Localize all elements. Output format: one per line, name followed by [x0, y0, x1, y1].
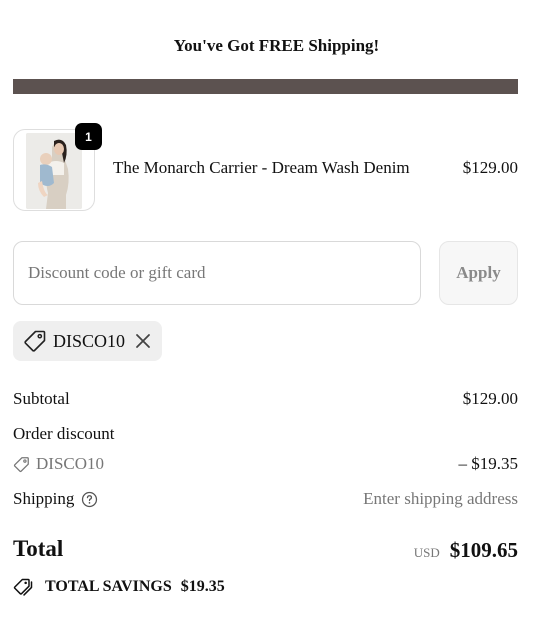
subtotal-label: Subtotal	[13, 389, 70, 408]
total-savings-amount: $19.35	[180, 578, 225, 595]
applied-discount-chip: DISCO10	[13, 321, 162, 361]
applied-discount-code: DISCO10	[53, 330, 126, 351]
close-icon[interactable]	[134, 332, 152, 350]
question-circle-icon[interactable]	[81, 491, 98, 508]
shipping-label: Shipping	[13, 489, 75, 508]
discount-code-label: DISCO10	[36, 454, 105, 473]
tag-icon	[24, 330, 46, 352]
total-savings: TOTAL SAVINGS $19.35	[13, 577, 225, 597]
discount-value: – $19.35	[458, 454, 519, 473]
total-amount: $109.65	[449, 538, 518, 562]
product-image	[26, 133, 82, 209]
free-shipping-banner: You've Got FREE Shipping!	[173, 36, 380, 55]
shipping-progress-bar	[13, 79, 518, 94]
product-thumbnail: 1	[13, 123, 102, 211]
shipping-row: Shipping Enter shipping address	[13, 489, 518, 509]
shipping-progress-fill	[13, 79, 518, 94]
tags-icon	[13, 578, 33, 596]
tag-icon	[13, 456, 29, 472]
product-price: $129.00	[462, 158, 518, 177]
apply-discount-button[interactable]: Apply	[439, 241, 518, 305]
total-label: Total	[13, 536, 64, 561]
subtotal-row: Subtotal $129.00	[13, 389, 518, 409]
discount-code-input[interactable]	[13, 241, 421, 305]
quantity-badge: 1	[75, 123, 102, 150]
total-savings-label: TOTAL SAVINGS	[45, 578, 172, 595]
shipping-value: Enter shipping address	[363, 489, 518, 508]
subtotal-value: $129.00	[462, 389, 518, 408]
product-title: The Monarch Carrier - Dream Wash Denim	[113, 158, 410, 177]
currency-code: USD	[413, 545, 440, 560]
order-discount-label: Order discount	[13, 424, 115, 443]
order-discount-row: Order discount	[13, 424, 518, 444]
total-amount-group: USD $109.65	[414, 538, 518, 563]
discount-code-row: DISCO10 – $19.35	[13, 454, 518, 474]
